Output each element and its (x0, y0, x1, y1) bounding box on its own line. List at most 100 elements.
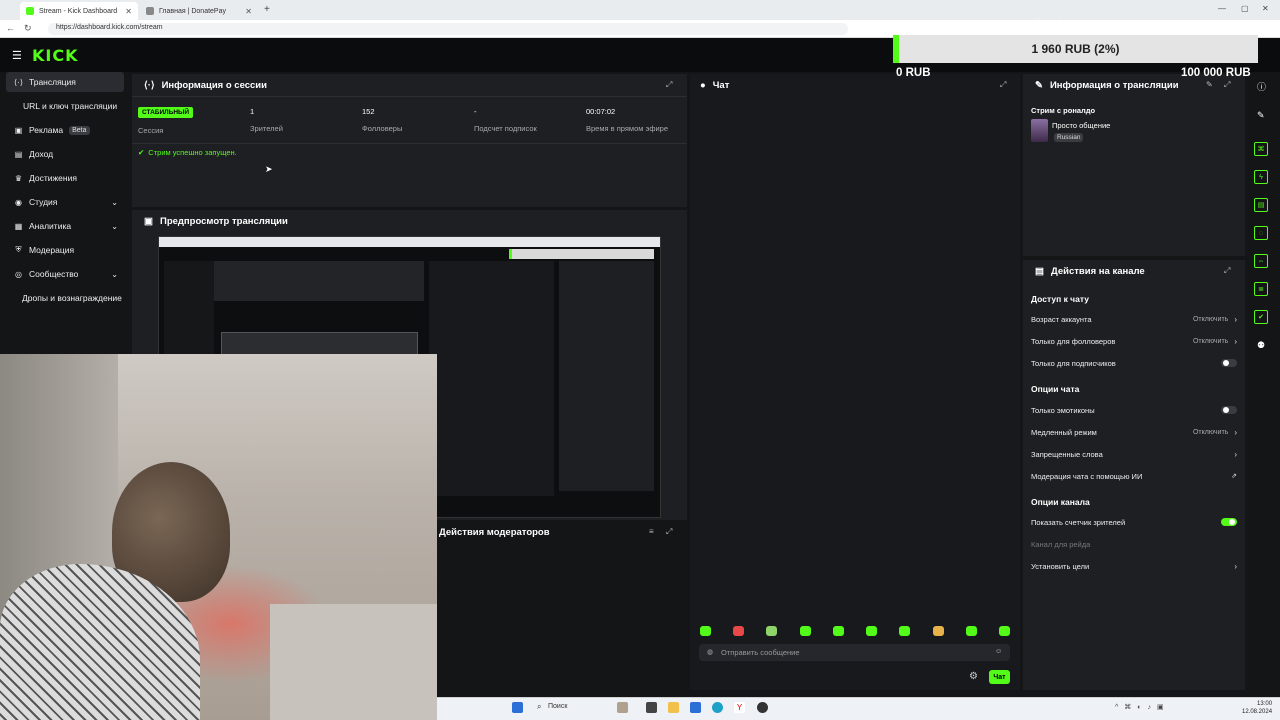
preview-nested-browser (159, 237, 660, 247)
beta-badge: Beta (69, 125, 90, 135)
row-viewer-count: Показать счетчик зрителей (1031, 515, 1237, 529)
sidebar-item-achievements[interactable]: ♛ Достижения (6, 168, 124, 188)
taskbar-clock[interactable]: 13:00 12.08.2024 (1242, 700, 1272, 716)
row-slow-mode[interactable]: Медленный режим Отключить › (1031, 425, 1237, 439)
sidebar-item-ads[interactable]: ▣ Реклама Beta (6, 120, 124, 140)
pencil-icon[interactable]: ✎ (1257, 110, 1265, 121)
emote-icon[interactable] (866, 626, 878, 636)
emotes-only-toggle[interactable] (1221, 406, 1237, 414)
kick-logo[interactable]: KICK (32, 46, 79, 65)
url-input[interactable]: https://dashboard.kick.com/stream (48, 23, 848, 35)
lightning-icon[interactable]: ϟ (1254, 170, 1268, 184)
expand-icon[interactable]: ⤢ (1224, 80, 1230, 90)
stat-label: Сессия (138, 126, 164, 135)
tray-icons[interactable]: ^⌘◐♪▣ (1115, 703, 1170, 711)
menu-icon[interactable]: ☰ (12, 49, 22, 62)
subscribers-only-toggle[interactable] (1221, 359, 1237, 367)
emote-icon[interactable] (965, 626, 977, 636)
shield-icon: ⛨ (15, 245, 22, 254)
analytics-icon: ▦ (14, 221, 23, 231)
tool-icon[interactable]: ⌘ (1254, 142, 1268, 156)
sidebar-item-income[interactable]: ▤ Доход (6, 144, 124, 164)
row-followers-only[interactable]: Только для фолловеров Отключить › (1031, 334, 1237, 348)
row-account-age[interactable]: Возраст аккаунта Отключить › (1031, 312, 1237, 326)
sidebar-item-label: Студия (29, 197, 58, 207)
close-window-icon[interactable]: ✕ (1262, 4, 1269, 13)
reload-icon[interactable]: ↻ (24, 23, 32, 34)
expand-icon[interactable]: ⤢ (666, 80, 672, 90)
sidebar-item-analytics[interactable]: ▦ Аналитика ⌄ (6, 216, 124, 236)
row-value: Отключить (1192, 315, 1229, 323)
sidebar-item-broadcast[interactable]: ⟨·⟩ Трансляция (6, 72, 124, 92)
close-tab-icon[interactable]: ✕ (245, 7, 252, 16)
wrench-icon[interactable]: ✔ (1254, 310, 1268, 324)
expand-icon[interactable]: ⤢ (1224, 266, 1230, 276)
chat-user-icon[interactable]: ◍ (707, 648, 713, 656)
emote-icon[interactable] (832, 626, 844, 636)
document-icon[interactable]: ▤ (1254, 198, 1268, 212)
sidebar-item-community[interactable]: ◎ Сообщество ⌄ (6, 264, 124, 284)
expand-icon[interactable]: ⤢ (1000, 80, 1006, 90)
emote-bar (700, 626, 1010, 638)
info-icon[interactable]: ⓘ (1257, 80, 1266, 93)
filter-icon[interactable]: ≡ (649, 527, 654, 536)
emote-icon[interactable] (998, 626, 1010, 636)
chevron-down-icon: ⌄ (111, 221, 118, 231)
sidebar-item-moderation[interactable]: ⛨ Модерация (6, 240, 124, 260)
emote-icon[interactable] (899, 626, 911, 636)
group-icon[interactable]: ⚉ (1257, 340, 1265, 351)
widgets-icon[interactable] (617, 702, 628, 713)
start-icon[interactable] (512, 702, 523, 713)
chat-message-input[interactable]: Отправить сообщение (699, 644, 1010, 661)
list-icon[interactable]: ≣ (1254, 282, 1268, 296)
donation-goal-amount: 1 960 RUB (2%) (1031, 42, 1120, 56)
chat-header: ● Чат (700, 80, 729, 91)
emote-icon[interactable] (799, 626, 811, 636)
new-tab-button[interactable]: + (264, 4, 270, 15)
send-chat-button[interactable]: Чат (989, 670, 1010, 684)
expand-icon[interactable]: ⤢ (666, 527, 672, 537)
stat-value: - (474, 107, 477, 116)
obs-icon[interactable] (757, 702, 768, 713)
emote-icon[interactable] (766, 626, 778, 636)
maximize-icon[interactable]: ▢ (1241, 4, 1249, 13)
row-banned-words[interactable]: Запрещенные слова › (1031, 447, 1237, 461)
search-icon[interactable]: ⌕ (537, 702, 541, 712)
sidebar-item-label: Сообщество (29, 269, 79, 279)
browser-tab-donatepay[interactable]: Главная | DonatePay ✕ (140, 2, 258, 20)
stream-info-panel (1023, 74, 1245, 256)
emoji-picker-icon[interactable]: ☺ (995, 648, 1002, 655)
link-icon[interactable]: ⇔ (1254, 254, 1268, 268)
edit-icon[interactable]: ✎ (1206, 80, 1213, 89)
taskbar-search[interactable]: Поиск (548, 703, 567, 710)
sidebar-item-studio[interactable]: ◉ Студия ⌄ (6, 192, 124, 212)
sidebar-item-drops[interactable]: Дропы и вознаграждение (6, 288, 124, 308)
back-icon[interactable]: ← (6, 23, 15, 33)
row-label: Медленный режим (1031, 427, 1097, 437)
emote-icon[interactable] (932, 626, 944, 636)
session-icon: ⟨·⟩ (144, 80, 155, 91)
emote-icon[interactable] (700, 626, 711, 636)
row-ai-moderation[interactable]: Модерация чата с помощью ИИ ⇗ (1031, 469, 1237, 483)
viewer-count-toggle[interactable] (1221, 518, 1237, 526)
row-label: Модерация чата с помощью ИИ (1031, 471, 1143, 481)
trophy-icon: ♛ (14, 173, 23, 183)
close-tab-icon[interactable]: ✕ (125, 7, 132, 16)
sidebar-item-url-key[interactable]: URL и ключ трансляции (6, 96, 124, 116)
yandex-icon[interactable]: Y (734, 702, 745, 713)
browser-tab-kick[interactable]: Stream - Kick Dashboard ✕ (20, 2, 138, 20)
section-chat-options: Опции чата (1031, 384, 1080, 394)
edge-icon[interactable] (712, 702, 723, 713)
taskview-icon[interactable] (646, 702, 657, 713)
minimize-icon[interactable]: — (1218, 4, 1226, 13)
tab-title: Главная | DonatePay (159, 7, 226, 15)
row-set-goals[interactable]: Установить цели › (1031, 559, 1237, 573)
chat-bubble-icon[interactable]: ◌ (1254, 226, 1268, 240)
chat-settings-icon[interactable]: ⚙ (969, 671, 978, 682)
preview-nested-session (214, 261, 424, 301)
sidebar-item-label: Модерация (29, 245, 75, 255)
divider (132, 96, 687, 97)
emote-icon[interactable] (733, 626, 745, 636)
store-icon[interactable] (690, 702, 701, 713)
explorer-icon[interactable] (668, 702, 679, 713)
